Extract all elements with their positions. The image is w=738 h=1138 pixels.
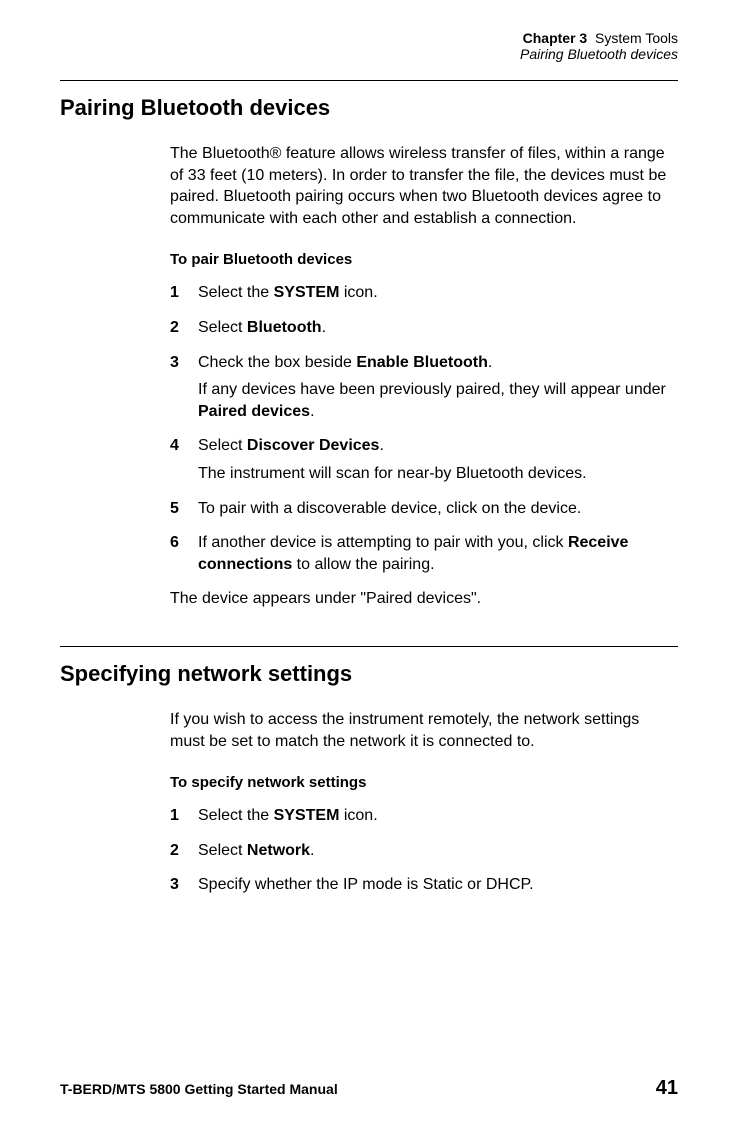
- step-text: .: [488, 354, 492, 371]
- step-body: Check the box beside Enable Bluetooth. I…: [198, 352, 678, 423]
- section1-closing: The device appears under "Paired devices…: [170, 588, 678, 610]
- step-text: Check the box beside: [198, 354, 356, 371]
- step-bold: Bluetooth: [247, 319, 322, 336]
- list-item: 2 Select Network.: [170, 840, 678, 862]
- chapter-title-text: System Tools: [595, 30, 678, 46]
- footer-title: T-BERD/MTS 5800 Getting Started Manual: [60, 1081, 338, 1097]
- step-text: .: [322, 319, 326, 336]
- section2-content: If you wish to access the instrument rem…: [170, 709, 678, 896]
- section-divider: [60, 646, 678, 647]
- header-chapter-line: Chapter 3 System Tools: [60, 30, 678, 46]
- section2-step-list: 1 Select the SYSTEM icon. 2 Select Netwo…: [170, 805, 678, 896]
- section1-sub-heading: To pair Bluetooth devices: [170, 251, 678, 268]
- list-item: 1 Select the SYSTEM icon.: [170, 282, 678, 304]
- section1-heading: Pairing Bluetooth devices: [60, 95, 678, 121]
- step-text: icon.: [339, 807, 377, 824]
- section2-intro: If you wish to access the instrument rem…: [170, 709, 678, 752]
- step-sub-text: The instrument will scan for near-by Blu…: [198, 463, 678, 485]
- header-divider: [60, 80, 678, 81]
- step-bold: SYSTEM: [274, 807, 340, 824]
- step-body: Select the SYSTEM icon.: [198, 282, 678, 304]
- step-text: .: [310, 842, 314, 859]
- list-item: 5 To pair with a discoverable device, cl…: [170, 498, 678, 520]
- chapter-label: Chapter 3: [523, 30, 588, 46]
- step-bold: Network: [247, 842, 310, 859]
- step-body: Specify whether the IP mode is Static or…: [198, 874, 678, 896]
- step-bold: Enable Bluetooth: [356, 354, 488, 371]
- step-sub-suffix: .: [310, 403, 314, 420]
- step-body: Select Bluetooth.: [198, 317, 678, 339]
- step-bold: SYSTEM: [274, 284, 340, 301]
- section1-step-list: 1 Select the SYSTEM icon. 2 Select Bluet…: [170, 282, 678, 575]
- step-text: To pair with a discoverable device, clic…: [198, 500, 581, 517]
- list-item: 6 If another device is attempting to pai…: [170, 532, 678, 575]
- step-number: 6: [170, 532, 198, 575]
- step-number: 2: [170, 317, 198, 339]
- step-text: .: [379, 437, 383, 454]
- step-body: If another device is attempting to pair …: [198, 532, 678, 575]
- step-number: 3: [170, 874, 198, 896]
- step-sub-bold: Paired devices: [198, 403, 310, 420]
- section1-intro: The Bluetooth® feature allows wireless t…: [170, 143, 678, 229]
- footer-page-number: 41: [656, 1077, 678, 1100]
- step-sub-prefix: If any devices have been previously pair…: [198, 381, 666, 398]
- list-item: 2 Select Bluetooth.: [170, 317, 678, 339]
- step-number: 1: [170, 805, 198, 827]
- step-sub-text: If any devices have been previously pair…: [198, 379, 678, 422]
- step-body: Select the SYSTEM icon.: [198, 805, 678, 827]
- list-item: 3 Check the box beside Enable Bluetooth.…: [170, 352, 678, 423]
- list-item: 4 Select Discover Devices. The instrumen…: [170, 435, 678, 484]
- step-text: If another device is attempting to pair …: [198, 534, 568, 551]
- step-number: 5: [170, 498, 198, 520]
- step-number: 1: [170, 282, 198, 304]
- step-text: Specify whether the IP mode is Static or…: [198, 876, 534, 893]
- section1-content: The Bluetooth® feature allows wireless t…: [170, 143, 678, 610]
- page-header: Chapter 3 System Tools Pairing Bluetooth…: [60, 30, 678, 62]
- step-text: Select the: [198, 284, 274, 301]
- step-number: 4: [170, 435, 198, 484]
- step-text: Select: [198, 842, 247, 859]
- step-text: Select: [198, 319, 247, 336]
- list-item: 1 Select the SYSTEM icon.: [170, 805, 678, 827]
- header-subtitle: Pairing Bluetooth devices: [60, 46, 678, 62]
- step-text: Select: [198, 437, 247, 454]
- list-item: 3 Specify whether the IP mode is Static …: [170, 874, 678, 896]
- step-number: 2: [170, 840, 198, 862]
- step-bold: Discover Devices: [247, 437, 380, 454]
- section2-sub-heading: To specify network settings: [170, 774, 678, 791]
- step-body: To pair with a discoverable device, clic…: [198, 498, 678, 520]
- step-body: Select Discover Devices. The instrument …: [198, 435, 678, 484]
- step-text: icon.: [339, 284, 377, 301]
- step-number: 3: [170, 352, 198, 423]
- page-footer: T-BERD/MTS 5800 Getting Started Manual 4…: [60, 1077, 678, 1100]
- step-body: Select Network.: [198, 840, 678, 862]
- step-text: Select the: [198, 807, 274, 824]
- step-text: to allow the pairing.: [292, 556, 434, 573]
- section2-heading: Specifying network settings: [60, 661, 678, 687]
